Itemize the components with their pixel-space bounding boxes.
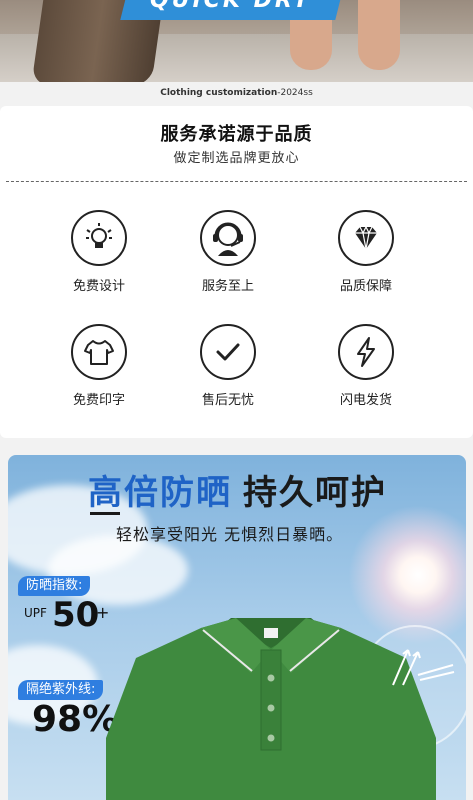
sun-protection-section: 高倍防晒 持久呵护 轻松享受阳光 无惧烈日暴晒。 防晒指数: UPF 50 + … <box>8 455 466 800</box>
upf-value: 50 <box>52 595 100 635</box>
heading-sun-protection: 高倍防晒 <box>88 473 232 513</box>
feature-label: 服务至上 <box>201 279 254 294</box>
checkmark-icon <box>200 324 256 380</box>
feature-service: 服务至上 <box>168 210 288 294</box>
headset-support-icon <box>200 210 256 266</box>
feature-label: 售后无忧 <box>201 393 254 408</box>
divider <box>6 181 467 182</box>
caption-main: Clothing customization <box>160 88 278 98</box>
lightning-icon <box>338 324 394 380</box>
upf-prefix: UPF <box>24 606 47 620</box>
service-subtitle: 做定制选品牌更放心 <box>173 151 300 166</box>
product-photo-strip: QUICK DRY <box>0 0 473 82</box>
feature-quality: 品质保障 <box>306 210 426 294</box>
feature-free-print: 免费印字 <box>39 324 159 408</box>
model-leg-right <box>358 0 400 70</box>
diamond-icon <box>338 210 394 266</box>
service-title: 服务承诺源于品质 <box>160 124 313 145</box>
service-card: 服务承诺源于品质 做定制选品牌更放心 免费设计 服务至上 品质保障 免费印字 售… <box>0 106 473 438</box>
quick-dry-banner-text: QUICK DRY <box>150 0 312 13</box>
feature-label: 品质保障 <box>339 279 392 294</box>
feature-label: 免费印字 <box>72 393 125 408</box>
heading-lasting-care: 持久呵护 <box>243 473 387 513</box>
feature-free-design: 免费设计 <box>39 210 159 294</box>
feature-fast-shipping: 闪电发货 <box>306 324 426 408</box>
uv-deflect-arrows-icon <box>392 649 455 686</box>
uv-label-badge: 隔绝紫外线: <box>18 680 104 700</box>
feature-label: 免费设计 <box>72 279 125 294</box>
feature-after-sales: 售后无忧 <box>168 324 288 408</box>
upf-label-badge: 防晒指数: <box>18 576 91 596</box>
photo-caption: Clothing customization-2024ss <box>0 88 473 98</box>
polo-shirt-image <box>106 618 436 800</box>
tshirt-icon <box>71 324 127 380</box>
sun-tagline: 轻松享受阳光 无惧烈日暴晒。 <box>116 525 344 544</box>
lightbulb-icon <box>71 210 127 266</box>
caption-suffix: -2024ss <box>277 88 313 98</box>
heading-underline <box>90 512 120 515</box>
feature-label: 闪电发货 <box>339 393 392 408</box>
